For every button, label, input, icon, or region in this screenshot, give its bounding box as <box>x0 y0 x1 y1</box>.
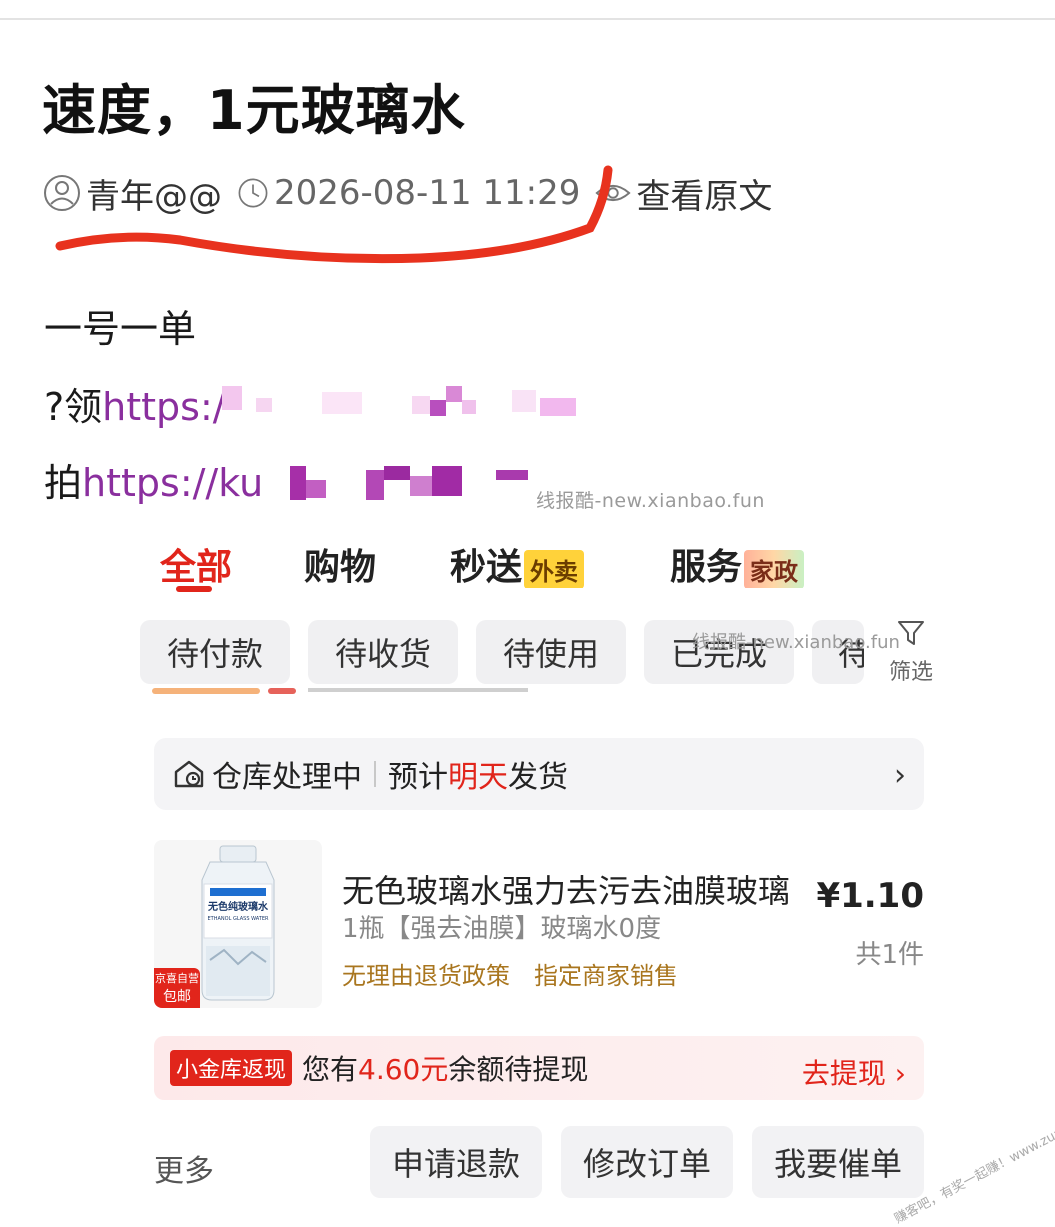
product-spec: 1瓶【强去油膜】玻璃水0度 <box>342 914 662 944</box>
body-line-2: ?领https:/ <box>44 385 226 429</box>
ship-estimate: 预计明天发货 <box>388 760 568 795</box>
filter-button[interactable]: 筛选 <box>888 618 934 686</box>
tab-all[interactable]: 全部 <box>160 538 232 588</box>
active-tab-indicator <box>176 586 212 592</box>
product-image[interactable]: 无色纯玻璃水 ETHANOL GLASS WATER 京喜自营 包邮 <box>154 840 322 1008</box>
tab-shopping[interactable]: 购物 <box>304 538 376 588</box>
bottle-label: 无色纯玻璃水 <box>207 900 269 913</box>
withdraw-link[interactable]: 去提现 › <box>802 1052 906 1092</box>
overlay-watermark: 线报酷-new.xianbao.fun <box>692 632 900 653</box>
urge-order-button[interactable]: 我要催单 <box>752 1126 924 1198</box>
cashback-banner[interactable]: 小金库返现 您有4.60元余额待提现 去提现 › <box>154 1036 924 1100</box>
self-operated-badge: 京喜自营 包邮 <box>154 968 200 1008</box>
funnel-icon <box>898 621 924 645</box>
filter-pending-use[interactable]: 待使用 <box>476 620 626 684</box>
cashback-text: 您有4.60元余额待提现 <box>302 1053 589 1086</box>
cashback-tag: 小金库返现 <box>170 1050 293 1086</box>
filter-label: 筛选 <box>888 660 933 685</box>
chevron-right-icon: › <box>894 758 906 793</box>
body-line-1: 一号一单 <box>44 307 197 351</box>
bottle-sublabel: ETHANOL GLASS WATER <box>208 916 269 922</box>
order-status-card[interactable]: 仓库处理中 预计明天发货 › <box>154 738 924 810</box>
filter-pending-receipt[interactable]: 待收货 <box>308 620 458 684</box>
tab-service[interactable]: 服务 家政 <box>670 538 805 588</box>
order-category-tabs: 全部 购物 秒送 外卖 服务 家政 <box>0 538 1055 588</box>
coupon-link[interactable]: https:/ <box>102 385 225 429</box>
return-policy-tag: 无理由退货政策 <box>342 962 510 990</box>
cropped-row <box>150 688 930 702</box>
refund-button[interactable]: 申请退款 <box>370 1126 542 1198</box>
body-line-3: 拍https://ku <box>44 461 264 505</box>
watermark-text: 线报酷-new.xianbao.fun <box>536 490 765 512</box>
divider <box>374 761 376 787</box>
product-price: ¥1.10 <box>816 876 924 916</box>
modify-order-button[interactable]: 修改订单 <box>561 1126 733 1198</box>
filter-pending-payment[interactable]: 待付款 <box>140 620 290 684</box>
more-button[interactable]: 更多 <box>154 1146 214 1190</box>
seller-tag: 指定商家销售 <box>534 962 678 990</box>
product-name[interactable]: 无色玻璃水强力去污去油膜玻璃 <box>342 866 790 912</box>
product-quantity: 共1件 <box>855 940 924 970</box>
warehouse-icon <box>174 760 204 788</box>
red-annotation-underline <box>55 165 613 264</box>
tab-express[interactable]: 秒送 外卖 <box>450 538 585 588</box>
warehouse-status: 仓库处理中 <box>212 760 362 795</box>
product-link[interactable]: https://ku <box>82 461 263 505</box>
